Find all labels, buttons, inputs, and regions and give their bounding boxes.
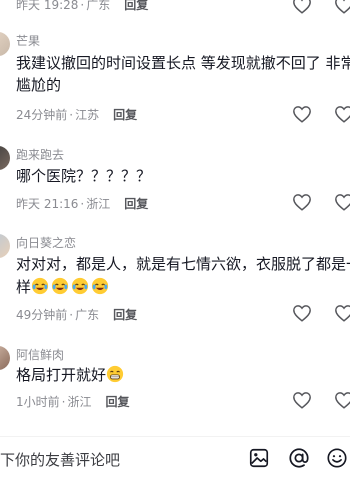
avatar[interactable] [0, 32, 10, 56]
dislike-icon[interactable] [334, 105, 350, 123]
reply-button[interactable]: 回复 [124, 197, 148, 211]
crying-laughing-emoji [31, 277, 49, 295]
like-heart-icon[interactable] [292, 105, 312, 123]
comment-location: 浙江 [67, 395, 92, 409]
comment-location: 广东 [86, 0, 111, 12]
comment-time: 昨天 19:28 [16, 0, 79, 12]
comment-item: 昨天 19:28 · 广东 回复 [0, 0, 350, 14]
comment-item: 阿信鲜肉 格局打开就好 1小时前 · 浙江 回复 [0, 340, 350, 420]
comment-meta: 49分钟前 · 广东 回复 [16, 306, 137, 323]
meta-separator: · [69, 108, 74, 122]
comment-location: 江苏 [75, 108, 100, 122]
crying-laughing-emoji [91, 277, 109, 295]
comment-time: 昨天 21:16 [16, 197, 79, 211]
meta-separator: · [61, 395, 66, 409]
comment-item: 向日葵之恋 对对对，都是人，就是有七情六欲，衣服脱了都是一 样 49分钟前 · 广东… [0, 228, 350, 328]
comment-text-line-with-emoji: 格局打开就好 [16, 364, 350, 386]
comment-text-fragment: 样 [16, 278, 32, 296]
image-icon[interactable] [248, 447, 270, 469]
comment-text-line: 对对对，都是人，就是有七情六欲，衣服脱了都是一 [16, 255, 350, 273]
emoji-icon[interactable] [326, 447, 348, 469]
crying-laughing-emoji [71, 277, 89, 295]
like-heart-icon[interactable] [292, 391, 312, 409]
dislike-icon[interactable] [334, 304, 350, 322]
comment-text-fragment: 格局打开就好 [16, 366, 107, 384]
grinning-emoji [106, 365, 124, 383]
comment-text-line: 我建议撤回的时间设置长点 等发现就撤不回了 非常 [16, 54, 350, 72]
meta-separator: · [69, 308, 74, 322]
comment-input-bar: 下你的友善评论吧 [0, 436, 350, 480]
dislike-icon[interactable] [334, 193, 350, 211]
comment-text-line-with-emoji: 样 [16, 276, 350, 298]
comment-text-line: 尴尬的 [16, 76, 62, 94]
dislike-icon[interactable] [334, 0, 350, 14]
like-heart-icon[interactable] [292, 193, 312, 211]
comment-item: 芒果 我建议撤回的时间设置长点 等发现就撤不回了 非常 尴尬的 24分钟前 · 江苏… [0, 26, 350, 136]
comment-time: 24分钟前 [16, 108, 68, 122]
meta-separator: · [80, 197, 85, 211]
reply-button[interactable]: 回复 [105, 395, 129, 409]
comment-username[interactable]: 阿信鲜肉 [16, 346, 64, 363]
comment-time: 49分钟前 [16, 308, 68, 322]
comment-text-line: 哪个医院？？？？？ [16, 167, 152, 185]
comment-meta: 1小时前 · 浙江 回复 [16, 393, 130, 410]
avatar[interactable] [0, 146, 10, 170]
comment-meta: 24分钟前 · 江苏 回复 [16, 106, 137, 123]
comment-meta: 昨天 19:28 · 广东 回复 [16, 0, 148, 13]
crying-laughing-emoji [51, 277, 69, 295]
comment-location: 浙江 [86, 197, 111, 211]
comment-username[interactable]: 跑来跑去 [16, 146, 64, 163]
like-heart-icon[interactable] [292, 304, 312, 322]
meta-separator: · [80, 0, 85, 12]
reply-button[interactable]: 回复 [113, 308, 137, 322]
comment-input[interactable]: 下你的友善评论吧 [0, 449, 120, 470]
comment-username[interactable]: 向日葵之恋 [16, 234, 76, 251]
reply-button[interactable]: 回复 [113, 108, 137, 122]
dislike-icon[interactable] [334, 391, 350, 409]
reply-button[interactable]: 回复 [124, 0, 148, 12]
comment-item: 跑来跑去 哪个医院？？？？？ 昨天 21:16 · 浙江 回复 [0, 140, 350, 220]
comment-location: 广东 [75, 308, 100, 322]
like-heart-icon[interactable] [292, 0, 312, 14]
avatar[interactable] [0, 346, 10, 370]
comment-meta: 昨天 21:16 · 浙江 回复 [16, 195, 148, 212]
avatar[interactable] [0, 234, 10, 258]
comment-time: 1小时前 [16, 395, 60, 409]
comment-username[interactable]: 芒果 [16, 32, 40, 49]
at-icon[interactable] [288, 447, 310, 469]
